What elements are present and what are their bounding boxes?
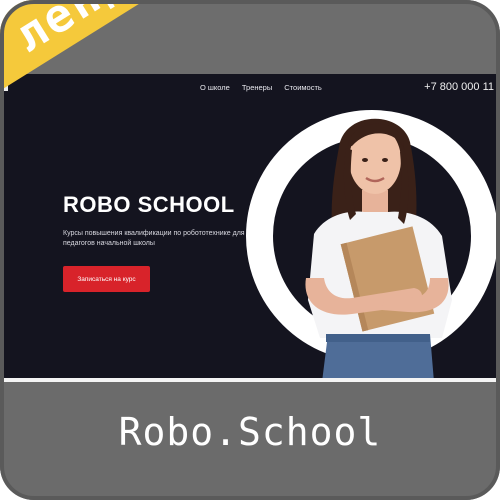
nav-item-trainers[interactable]: Тренеры: [242, 83, 272, 92]
nav-item-about[interactable]: О школе: [200, 83, 230, 92]
signup-button[interactable]: Записаться на курс: [63, 266, 150, 292]
site-nav: О школе Тренеры Стоимость: [200, 83, 322, 92]
student-photo: [305, 118, 452, 378]
project-card[interactable]: О школе Тренеры Стоимость +7 800 000 11: [0, 0, 500, 500]
hero-title: ROBO SCHOOL: [63, 192, 235, 217]
landing-preview: О школе Тренеры Стоимость +7 800 000 11: [0, 74, 500, 378]
project-title: Robo.School: [118, 410, 382, 454]
nav-item-price[interactable]: Стоимость: [284, 83, 322, 92]
phone-number[interactable]: +7 800 000 11: [424, 81, 494, 93]
hero-subtitle: Курсы повышения квалификации по робототе…: [63, 230, 245, 247]
